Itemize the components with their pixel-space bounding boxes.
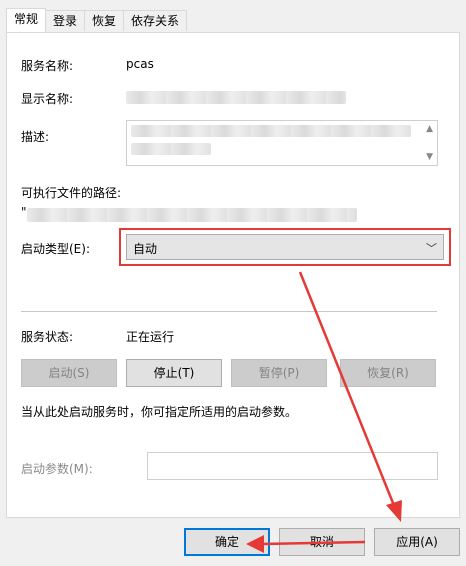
tab-general[interactable]: 常规 [6,8,47,32]
ok-button[interactable]: 确定 [184,528,270,556]
service-name-value: pcas [126,57,154,71]
tab-bar: 常规 登录 恢复 依存关系 [6,8,188,32]
display-name-label: 显示名称: [21,92,74,106]
start-params-label: 启动参数(M): [21,462,93,476]
stop-button[interactable]: 停止(T) [126,359,222,387]
tab-recovery[interactable]: 恢复 [84,10,125,31]
path-redacted [27,208,357,222]
description-redacted-line-1 [131,125,411,137]
general-tab-panel: 服务名称: pcas 显示名称: 描述: ▲ ▼ 可执行文件的路径: " 启动类… [6,32,460,518]
description-redacted-line-2 [131,143,211,155]
apply-button[interactable]: 应用(A) [374,528,460,556]
service-properties-dialog: 常规 登录 恢复 依存关系 服务名称: pcas 显示名称: 描述: ▲ ▼ 可… [0,0,466,566]
scroll-down-icon[interactable]: ▼ [426,152,433,162]
start-params-hint: 当从此处启动服务时，你可指定所适用的启动参数。 [21,405,298,419]
description-label: 描述: [21,130,50,144]
highlight-box [119,228,451,266]
resume-button[interactable]: 恢复(R) [340,359,436,387]
scroll-up-icon[interactable]: ▲ [426,124,433,134]
cancel-button[interactable]: 取消 [279,528,365,556]
startup-type-label: 启动类型(E): [21,242,90,256]
divider [21,311,437,312]
tab-logon[interactable]: 登录 [45,10,86,31]
service-status-value: 正在运行 [126,330,175,344]
service-status-label: 服务状态: [21,330,74,344]
display-name-redacted [126,91,346,104]
start-params-input[interactable] [147,452,438,480]
pause-button[interactable]: 暂停(P) [231,359,327,387]
path-label: 可执行文件的路径: [21,186,122,200]
service-name-label: 服务名称: [21,59,74,73]
tab-dependencies[interactable]: 依存关系 [123,10,188,31]
path-prefix: " [21,205,27,219]
start-button[interactable]: 启动(S) [21,359,117,387]
